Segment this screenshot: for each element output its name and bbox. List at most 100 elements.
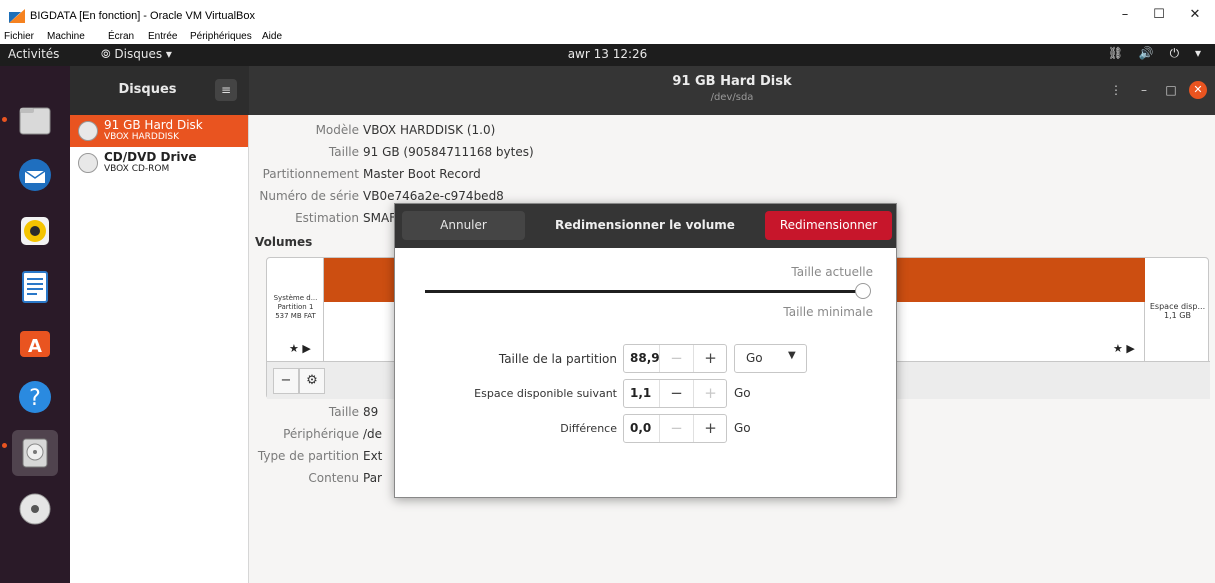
free-space-following-label: Espace disponible suivant <box>474 387 617 400</box>
virtualbox-icon <box>9 9 25 23</box>
unit-dropdown[interactable]: Go ▼ <box>734 344 807 373</box>
menu-ecran[interactable]: Écran <box>108 30 134 44</box>
minimize-button[interactable]: – <box>1115 8 1135 22</box>
optical-drive-icon <box>78 153 98 173</box>
sidebar-title: Disques <box>118 82 177 97</box>
menu-peripheriques[interactable]: Périphériques <box>190 30 252 44</box>
disks-icon[interactable] <box>12 430 58 476</box>
drive-name: 91 GB Hard Disk <box>104 118 203 132</box>
increment-button[interactable]: + <box>693 380 727 407</box>
partitioning-value: Master Boot Record <box>363 167 481 181</box>
system-menu-icons[interactable]: ⛓ 🔊 ⏻ ▾ <box>1108 46 1207 61</box>
partition-1-name: Système d... <box>273 294 318 302</box>
partition-size-spinner[interactable]: 88,9 − + <box>623 344 727 373</box>
sidebar-header: Disques ≡ <box>70 66 249 115</box>
increment-button[interactable]: + <box>693 415 727 442</box>
vbox-window-title: BIGDATA [En fonction] - Oracle VM Virtua… <box>30 10 255 22</box>
drive-subtitle: /dev/sda <box>710 92 754 103</box>
optical-disc-icon[interactable] <box>12 486 58 532</box>
menu-entree[interactable]: Entrée <box>148 30 177 44</box>
drive-title: 91 GB Hard Disk <box>672 74 792 89</box>
menu-aide[interactable]: Aide <box>262 30 282 44</box>
minimum-size-hint: Taille minimale <box>783 305 873 319</box>
volumes-heading: Volumes <box>255 235 313 249</box>
software-center-icon[interactable]: A <box>12 319 58 365</box>
close-button[interactable]: ✕ <box>1185 8 1205 22</box>
maximize-button[interactable]: ☐ <box>1149 8 1169 22</box>
size-value: 91 GB (90584711168 bytes) <box>363 145 534 159</box>
rhythmbox-icon[interactable] <box>12 208 58 254</box>
volume-size-label: Taille <box>328 405 359 419</box>
vbox-titlebar: BIGDATA [En fonction] - Oracle VM Virtua… <box>0 0 1215 30</box>
partition-1-size: 537 MB FAT <box>275 312 316 320</box>
contents-value: Par <box>363 471 382 485</box>
vbox-menubar: Fichier Machine Écran Entrée Périphériqu… <box>0 30 1215 44</box>
free-space-following-value[interactable]: 1,1 <box>630 386 651 400</box>
drive-options-icon[interactable]: ⋮ <box>1106 80 1126 100</box>
main-header: 91 GB Hard Disk /dev/sda ⋮ – □ ✕ <box>249 66 1215 115</box>
window-maximize-icon[interactable]: □ <box>1161 80 1181 100</box>
clock[interactable]: awr 13 12:26 <box>0 47 1215 61</box>
partition-size-label: Taille de la partition <box>498 352 617 366</box>
partition-1-block[interactable]: Système d... Partition 1 537 MB FAT ★ ▶ <box>267 258 324 361</box>
assessment-value: SMAF <box>363 211 397 225</box>
current-size-hint: Taille actuelle <box>791 265 873 279</box>
star-marker-icon: ★ ▶ <box>1113 342 1135 355</box>
free-space-block[interactable]: Espace disp... 1,1 GB <box>1145 258 1210 361</box>
decrement-button[interactable]: − <box>659 415 693 442</box>
decrement-button[interactable]: − <box>659 380 693 407</box>
partition-1-number: Partition 1 <box>277 303 314 311</box>
running-indicator <box>2 443 7 448</box>
device-label: Périphérique <box>283 427 359 441</box>
difference-value[interactable]: 0,0 <box>630 421 651 435</box>
resize-button[interactable]: Redimensionner <box>765 211 892 240</box>
difference-spinner[interactable]: 0,0 − + <box>623 414 727 443</box>
drive-model: VBOX HARDDISK <box>104 132 180 142</box>
drive-list: 91 GB Hard Disk VBOX HARDDISK CD/DVD Dri… <box>70 115 249 583</box>
hard-disk-icon <box>78 121 98 141</box>
increment-button[interactable]: + <box>693 345 727 372</box>
contents-label: Contenu <box>308 471 359 485</box>
running-indicator <box>2 117 7 122</box>
size-label: Taille <box>328 145 359 159</box>
partition-type-label: Type de partition <box>257 449 359 463</box>
drive-item-hard-disk[interactable]: 91 GB Hard Disk VBOX HARDDISK <box>70 115 248 147</box>
decrement-button[interactable]: − <box>659 345 693 372</box>
ubuntu-dock: A ? <box>0 66 70 583</box>
serial-value: VB0e746a2e-c974bed8 <box>363 189 504 203</box>
remove-partition-button[interactable]: − <box>273 368 299 394</box>
serial-label: Numéro de série <box>259 189 359 203</box>
dialog-header: Annuler Redimensionner le volume Redimen… <box>395 204 896 248</box>
size-slider-track[interactable] <box>425 290 857 293</box>
libreoffice-writer-icon[interactable] <box>12 264 58 310</box>
free-space-size: 1,1 GB <box>1164 311 1191 320</box>
drive-item-cd-dvd[interactable]: CD/DVD Drive VBOX CD-ROM <box>70 147 248 179</box>
volume-size-value: 89 <box>363 405 379 419</box>
star-marker-icon: ★ ▶ <box>289 342 311 355</box>
gear-icon[interactable]: ⚙ <box>299 368 325 394</box>
help-icon[interactable]: ? <box>12 374 58 420</box>
hamburger-menu-button[interactable]: ≡ <box>215 79 237 101</box>
window-close-icon[interactable]: ✕ <box>1189 81 1207 99</box>
chevron-down-icon: ▼ <box>788 350 796 361</box>
assessment-label: Estimation <box>295 211 359 225</box>
svg-text:A: A <box>28 336 42 357</box>
device-value: /de <box>363 427 383 441</box>
menu-fichier[interactable]: Fichier <box>4 30 34 44</box>
free-space-unit: Go <box>734 386 751 400</box>
partitioning-label: Partitionnement <box>262 167 359 181</box>
partition-size-value[interactable]: 88,9 <box>630 351 660 365</box>
size-slider-handle[interactable] <box>855 283 871 299</box>
drive-name: CD/DVD Drive <box>104 150 197 164</box>
window-minimize-icon[interactable]: – <box>1134 80 1154 100</box>
free-space-name: Espace disp... <box>1149 302 1206 311</box>
thunderbird-icon[interactable] <box>12 152 58 198</box>
resize-volume-dialog: Annuler Redimensionner le volume Redimen… <box>394 203 897 498</box>
svg-text:?: ? <box>29 386 41 411</box>
files-icon[interactable] <box>12 98 58 144</box>
dialog-title: Redimensionner le volume <box>555 218 735 232</box>
free-space-following-spinner[interactable]: 1,1 − + <box>623 379 727 408</box>
menu-machine[interactable]: Machine <box>47 30 85 44</box>
cancel-button[interactable]: Annuler <box>402 211 525 240</box>
drive-model: VBOX CD-ROM <box>104 164 170 174</box>
